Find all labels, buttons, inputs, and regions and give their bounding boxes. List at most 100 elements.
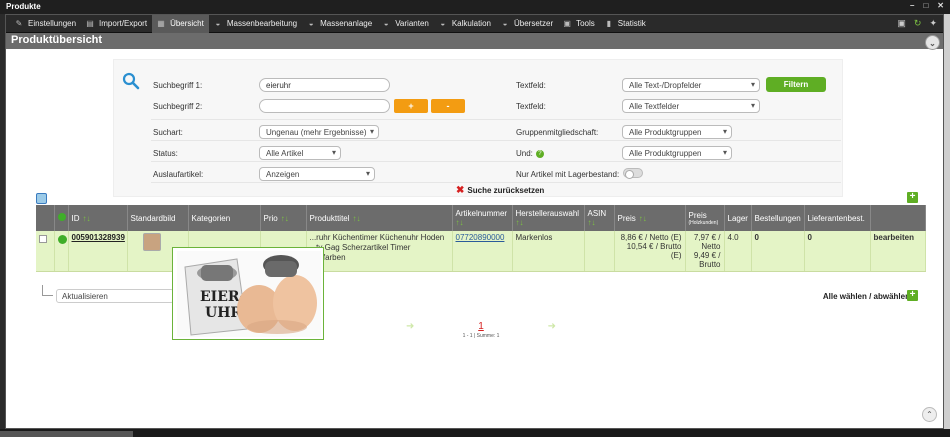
artikelnummer-link[interactable]: 07720890000 [456,233,505,242]
sort-arrows-icon[interactable]: ↑↓ [588,218,596,227]
next-page-icon[interactable]: ➜ [548,321,556,332]
row-id-cell: 005901328939 [68,231,128,272]
preis-brutto: 10,54 € / Brutto (E) [626,242,682,260]
window-titlebar: Produkte – □ ✕ [0,0,950,14]
menu-item-kalkulation[interactable]: ◒ Kalkulation [434,15,496,33]
refresh-icon[interactable]: ↻ [914,18,922,29]
page-title: Produktübersicht [11,34,103,46]
menu-item-tools[interactable]: ▣ Tools [558,15,600,33]
col-prio[interactable]: Prio ↑↓ [260,205,307,231]
scroll-top-icon[interactable]: ⌃ [922,407,937,422]
edit-link[interactable]: bearbeiten [874,233,914,242]
row-asin-cell [584,231,615,272]
row-lager-cell: 4.0 [724,231,752,272]
main-menu: ✎ Einstellungen ▤ Import/Export ▦ Übersicht… [6,14,943,33]
col-actions [870,205,926,231]
preis-netto: 8,86 € / Netto (E) [620,233,682,242]
divider [151,140,841,141]
basket-icon: ◒ [440,18,446,28]
collapse-icon[interactable]: ⌄ [925,35,940,50]
table-row[interactable]: 005901328939 ...ruhr Küchentimer Küchenu… [36,231,926,272]
user-icon[interactable]: ▣ [897,18,906,29]
suchbegriff1-input[interactable]: eieruhr [259,78,390,92]
close-icon[interactable]: ✕ [937,1,944,10]
col-hersteller-label: Herstellerauswahl [515,209,580,218]
col-preis-hk-sub: (Holzkunden) [688,219,719,226]
col-asin[interactable]: ASIN ↑↓ [584,205,615,231]
col-kategorien: Kategorien [188,205,261,231]
menu-item-massenbearbeitung[interactable]: ◒ Massenbearbeitung [209,15,302,33]
suchart-label: Suchart: [153,128,183,137]
col-id[interactable]: ID ↑↓ [68,205,128,231]
sort-arrows-icon[interactable]: ↑↓ [281,214,289,223]
maximize-icon[interactable]: □ [923,1,928,10]
reset-search-link[interactable]: ✖ Suche zurücksetzen [456,185,544,196]
sort-arrows-icon[interactable]: ↑↓ [353,214,361,223]
sort-arrows-icon[interactable]: ↑↓ [516,218,524,227]
suchart-select[interactable]: Ungenau (mehr Ergebnisse) [259,125,379,139]
filter-panel: Suchbegriff 1: eieruhr Suchbegriff 2: + … [113,59,843,197]
product-thumbnail[interactable] [142,233,161,251]
und-select[interactable]: Alle Produktgruppen [622,146,732,160]
filter-button[interactable]: Filtern [766,77,826,92]
product-id-link[interactable]: 005901328939 [72,233,125,242]
row-checkbox[interactable] [39,235,47,243]
current-page[interactable]: 1 [406,321,556,332]
textfeld2-select[interactable]: Alle Textfelder [622,99,760,113]
minimize-icon[interactable]: – [910,1,914,10]
col-bestellungen: Bestellungen [751,205,805,231]
bulk-arrow-icon [42,285,53,296]
col-produkttitel[interactable]: Produkttitel ↑↓ [306,205,453,231]
row-actions-cell: bearbeiten [870,231,926,272]
help-icon[interactable]: ? [535,149,544,158]
und-label-text: Und: [516,149,533,158]
col-produkttitel-label: Produkttitel [309,213,350,223]
basket-icon: ◒ [215,18,221,28]
menu-item-uebersicht[interactable]: ▦ Übersicht [152,14,209,33]
textfeld1-select[interactable]: Alle Text-/Dropfelder [622,78,760,92]
sort-arrows-icon[interactable]: ↑↓ [639,214,647,223]
basket-icon: ◒ [383,18,389,28]
image-preview-popup: EIER- UHR [172,247,324,340]
bulk-action-select[interactable]: Aktualisieren [56,289,174,303]
row-preis-hk-cell: 7,97 € / Netto 9,49 € / Brutto [685,231,725,272]
row-select-cell [36,231,55,272]
menu-item-einstellungen[interactable]: ✎ Einstellungen [10,15,81,33]
row-lieferantenbest-cell: 0 [804,231,871,272]
menu-item-uebersetzer[interactable]: ◒ Übersetzer [496,15,558,33]
remove-term-button[interactable]: - [431,99,465,113]
lagerbestand-toggle[interactable] [623,168,643,179]
col-artikelnummer[interactable]: Artikelnummer ↑↓ [452,205,513,231]
col-id-label: ID [71,213,80,223]
wrench-icon: ✎ [15,18,23,28]
menu-item-massenanlage[interactable]: ◒ Massenanlage [302,15,377,33]
add-term-button[interactable]: + [394,99,428,113]
auslaufartikel-select[interactable]: Anzeigen [259,167,375,181]
search-icon [122,72,140,90]
menu-item-statistik[interactable]: ▮ Statistik [600,15,651,33]
table-settings-icon[interactable] [36,193,47,204]
sort-arrows-icon[interactable]: ↑↓ [83,214,91,223]
col-preis[interactable]: Preis ↑↓ [614,205,686,231]
taskbar-item[interactable] [0,431,133,437]
status-label: Status: [153,149,178,158]
sort-arrows-icon[interactable]: ↑↓ [456,218,464,227]
col-herstellerauswahl[interactable]: Herstellerauswahl ↑↓ [512,205,585,231]
status-select[interactable]: Alle Artikel [259,146,341,160]
col-lager: Lager [724,205,752,231]
red-x-icon: ✖ [456,185,465,196]
menu-item-varianten[interactable]: ◒ Varianten [377,15,434,33]
suchbegriff2-input[interactable] [259,99,390,113]
document-icon: ▤ [86,18,94,28]
menu-item-import-export[interactable]: ▤ Import/Export [81,15,152,33]
prev-page-icon[interactable]: ➜ [406,321,414,332]
pin-icon[interactable]: ✦ [929,18,937,29]
add-row-icon[interactable]: + [907,290,918,301]
add-product-icon[interactable]: + [907,192,918,203]
gruppe-select[interactable]: Alle Produktgruppen [622,125,732,139]
taskbar [0,429,950,437]
suchbegriff1-label: Suchbegriff 1: [153,81,203,90]
select-all-link[interactable]: Alle wählen / abwählen [823,292,910,301]
lagerbestand-label: Nur Artikel mit Lagerbestand: [516,170,620,179]
col-preis-hk: Preis (Holzkunden) [685,205,725,231]
